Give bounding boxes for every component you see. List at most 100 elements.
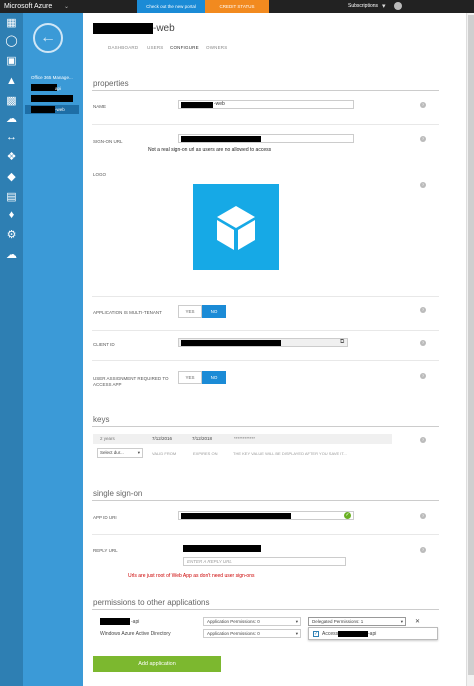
nav-item-api[interactable]: api [25,84,79,93]
help-icon[interactable]: ? [420,373,426,379]
delegated-permissions-value: Delegated Permissions: 1 [312,619,364,624]
sso-heading: single sign-on [93,489,143,498]
tab-configure[interactable]: CONFIGURE [170,45,199,50]
keys-heading: keys [93,415,110,424]
copy-icon[interactable]: ⧉ [340,339,344,346]
key-duration: 2 years [100,436,115,441]
redacted-value [181,136,261,142]
multitenant-no[interactable]: NO [202,305,226,318]
app-permissions-select-1[interactable]: Application Permissions: 0 ▾ [203,617,301,626]
page-scrollbar[interactable] [466,13,474,686]
storage-icon[interactable]: ▤ [3,189,20,206]
permission-app-1: -api [131,619,140,625]
expires-on-hint: EXPIRES ON [193,451,218,456]
key-duration-placeholder: Select dur... [100,450,124,455]
reply-url-input[interactable]: ENTER A REPLY URL [183,557,346,566]
name-input-value: -web [214,101,225,107]
multitenant-toggle[interactable]: YES NO [178,305,226,318]
settings-gear-icon[interactable]: ⚙ [3,227,20,244]
app-permissions-select-2[interactable]: Application Permissions: 0 ▾ [203,629,301,638]
row-divider [92,296,439,297]
client-id-label: CLIENT ID [93,342,115,347]
checkbox-checked-icon[interactable]: ✓ [313,631,319,637]
app-permissions-2-value: Application Permissions: 0 [207,631,260,636]
properties-heading: properties [93,79,129,88]
valid-check-icon: ✓ [344,512,351,519]
cloud-services-icon[interactable]: ☁ [3,111,20,128]
app-id-uri-input[interactable] [178,511,354,520]
avatar[interactable] [394,2,402,10]
cube-icon [217,206,255,250]
help-icon[interactable]: ? [420,307,426,313]
active-directory-icon[interactable]: ◆ [3,169,20,186]
add-application-button[interactable]: Add application [93,656,221,672]
directory-title: Office 365 Manage... [31,75,73,80]
help-icon[interactable]: ? [420,437,426,443]
nav-item-web[interactable]: -web [25,105,79,114]
new-portal-link[interactable]: Check out the new portal [137,0,205,13]
signon-annotation: Not a real sign-on url as users are no a… [148,147,272,153]
permission-app-2: Windows Azure Active Directory [100,631,171,637]
virtual-machines-icon[interactable]: ▣ [3,53,20,70]
diamond-icon[interactable]: ♦ [3,207,20,224]
help-icon[interactable]: ? [420,340,426,346]
help-icon[interactable]: ? [420,182,426,188]
traffic-manager-icon[interactable]: ❖ [3,149,20,166]
filter-icon[interactable]: ▾ [382,2,386,10]
name-label: NAME [93,104,107,109]
secondary-nav: ← Office 365 Manage... api -web [23,13,83,686]
chevron-down-icon: ▾ [295,631,298,636]
user-assignment-yes[interactable]: YES [178,371,202,384]
app-id-uri-label: APP ID URI [93,515,117,520]
cloud-upload-icon[interactable]: ☁ [3,247,20,264]
app-logo[interactable] [193,184,279,270]
chevron-down-icon[interactable]: ⌄ [64,3,69,10]
help-icon[interactable]: ? [420,136,426,142]
close-icon[interactable]: ✕ [415,618,420,625]
tab-dashboard[interactable]: DASHBOARD [108,45,138,50]
user-assignment-label: USER ASSIGNMENT REQUIRED TO ACCESS APP [93,376,169,387]
name-input[interactable]: -web [178,100,354,109]
lab-flask-icon[interactable]: ▲ [3,73,20,90]
help-icon[interactable]: ? [420,513,426,519]
scroll-thumb[interactable] [468,15,474,675]
brand-title[interactable]: Microsoft Azure [4,3,52,10]
redacted-app-name [100,618,130,625]
multitenant-yes[interactable]: YES [178,305,202,318]
delegated-permissions-select[interactable]: Delegated Permissions: 1 ▾ [308,617,406,626]
subscriptions-menu[interactable]: Subscriptions [348,3,378,9]
nav-item-web-label: -web [55,107,65,112]
reply-url-label: REPLY URL [93,548,118,553]
chevron-down-icon: ▾ [295,619,298,624]
tab-users[interactable]: USERS [147,45,164,50]
mobile-services-icon[interactable]: ▩ [3,93,20,110]
web-sites-icon[interactable]: ◯ [3,33,20,50]
page-title: -web [153,23,175,34]
signon-url-input[interactable] [178,134,354,143]
network-icon[interactable]: ↔ [3,129,20,146]
left-icon-rail: ▦ ◯ ▣ ▲ ▩ ☁ ↔ ❖ ◆ ▤ ♦ ⚙ ☁ [0,13,23,686]
reply-url-annotation: Urls are just root of Web App as don't n… [128,573,255,579]
key-valid-from: 7/12/2016 [152,436,173,441]
chevron-down-icon: ▾ [400,619,403,624]
dropdown-item-prefix[interactable]: Access [322,631,338,637]
back-arrow-icon[interactable]: ← [33,23,63,53]
section-rule [92,500,439,501]
app-permissions-1-value: Application Permissions: 0 [207,619,260,624]
help-icon[interactable]: ? [420,547,426,553]
tab-owners[interactable]: OWNERS [206,45,227,50]
chevron-down-icon: ▾ [137,450,140,455]
user-assignment-toggle[interactable]: YES NO [178,371,226,384]
credit-status-button[interactable]: CREDIT STATUS [205,0,269,13]
redacted-reply-url [183,545,261,552]
help-icon[interactable]: ? [420,102,426,108]
all-items-icon[interactable]: ▦ [3,15,20,32]
client-id-input[interactable] [178,338,348,347]
key-expires-on: 7/12/2018 [192,436,213,441]
row-divider [92,124,439,125]
table-row: 2 years 7/12/2016 7/12/2018 ************ [93,434,392,444]
key-duration-select[interactable]: Select dur... ▾ [97,448,143,458]
user-assignment-no[interactable]: NO [202,371,226,384]
delegated-permissions-dropdown: ✓ Access -api [308,627,438,640]
redacted-value [181,513,291,519]
